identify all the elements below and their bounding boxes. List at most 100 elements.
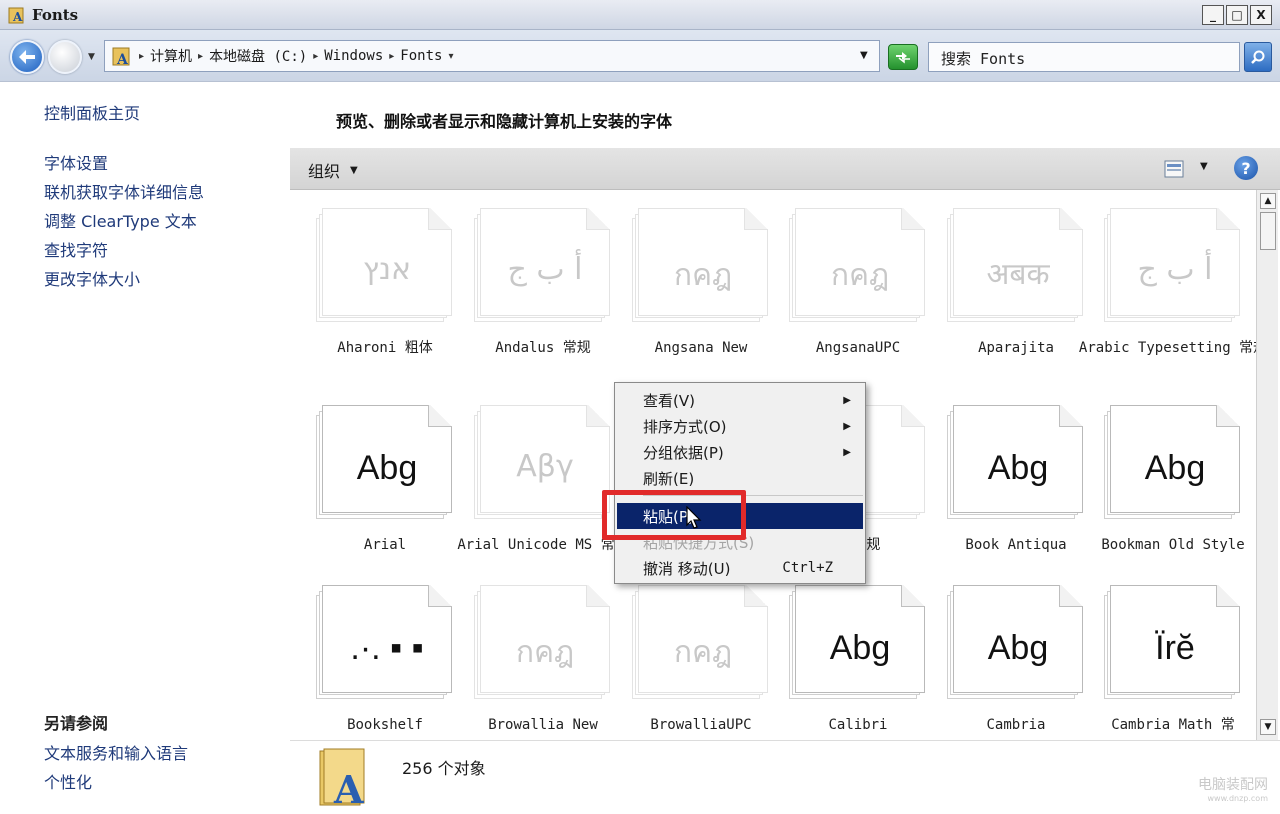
find-character-link[interactable]: 查找字符 bbox=[44, 237, 108, 261]
context-menu: 查看(V) ▶ 排序方式(O) ▶ 分组依据(P) ▶ 刷新(E) 粘贴(P) … bbox=[614, 382, 866, 584]
menu-item-label: 刷新(E) bbox=[643, 469, 695, 488]
minimize-button[interactable]: _ bbox=[1202, 5, 1224, 25]
font-file-icon: กคฎ bbox=[789, 208, 925, 324]
watermark-text: 电脑装配网 bbox=[1198, 777, 1268, 793]
back-arrow-icon bbox=[19, 50, 35, 64]
breadcrumb-fonts[interactable]: Fonts bbox=[400, 48, 442, 64]
forward-button[interactable] bbox=[48, 40, 82, 74]
font-name: Arabic Typesetting 常规 bbox=[1078, 340, 1256, 356]
font-file-icon: अबक bbox=[947, 208, 1083, 324]
breadcrumb-local-disk[interactable]: 本地磁盘 (C:) bbox=[209, 46, 307, 66]
font-file-icon: أ ب ج bbox=[1104, 208, 1240, 324]
menu-item-undo-move[interactable]: 撤消 移动(U) Ctrl+Z bbox=[617, 555, 863, 581]
help-icon[interactable]: ? bbox=[1234, 156, 1258, 180]
back-button[interactable] bbox=[10, 40, 44, 74]
font-sample: אנץ bbox=[362, 252, 412, 287]
breadcrumb-separator-icon[interactable]: ▸ bbox=[198, 51, 203, 62]
font-sample: أ ب ج bbox=[1137, 252, 1213, 287]
see-also-heading: 另请参阅 bbox=[44, 714, 109, 733]
maximize-button[interactable]: □ bbox=[1226, 5, 1248, 25]
breadcrumb-windows[interactable]: Windows bbox=[324, 48, 383, 64]
font-sample: Abg bbox=[1144, 449, 1206, 487]
object-count: 256 个对象 bbox=[402, 759, 486, 778]
svg-text:A: A bbox=[12, 10, 23, 24]
font-file-icon: กคฎ bbox=[474, 585, 610, 701]
menu-item-refresh[interactable]: 刷新(E) bbox=[617, 465, 863, 491]
close-button[interactable]: X bbox=[1250, 5, 1272, 25]
font-sample: .·. ▪ ▪ bbox=[350, 629, 424, 667]
font-file-icon: กคฎ bbox=[632, 208, 768, 324]
svg-text:A: A bbox=[333, 767, 364, 809]
font-file-icon: .·. ▪ ▪ bbox=[316, 585, 452, 701]
title-bar: A Fonts _ □ X bbox=[0, 0, 1280, 30]
font-settings-link[interactable]: 字体设置 bbox=[44, 150, 108, 174]
submenu-arrow-icon: ▶ bbox=[843, 420, 851, 432]
watermark: 电脑装配网 www.dnzp.com bbox=[1198, 778, 1268, 806]
font-sample: अबक bbox=[986, 257, 1050, 292]
font-sample: أ ب ج bbox=[507, 252, 583, 287]
scroll-up-icon[interactable]: ▲ bbox=[1260, 193, 1276, 209]
breadcrumb-computer[interactable]: 计算机 bbox=[150, 46, 192, 66]
font-sample: Abg bbox=[356, 449, 418, 487]
menu-item-view[interactable]: 查看(V) ▶ bbox=[617, 387, 863, 413]
mouse-cursor-icon bbox=[686, 506, 702, 529]
menu-item-label: 分组依据(P) bbox=[643, 443, 724, 462]
control-panel-home-link[interactable]: 控制面板主页 bbox=[44, 100, 140, 124]
highlight-annotation-box bbox=[602, 490, 746, 540]
menu-item-label: 排序方式(O) bbox=[643, 417, 727, 436]
breadcrumb-separator-icon[interactable]: ▸ bbox=[389, 51, 394, 62]
chevron-down-icon: ▼ bbox=[350, 164, 358, 176]
fonts-folder-icon: A bbox=[319, 748, 365, 809]
breadcrumb-separator-icon[interactable]: ▸ bbox=[313, 51, 318, 62]
font-sample: Αβγ bbox=[516, 449, 574, 484]
search-icon bbox=[1251, 50, 1265, 64]
breadcrumb-separator-icon[interactable]: ▸ bbox=[139, 51, 144, 62]
font-file-icon: Abg bbox=[1104, 405, 1240, 521]
font-file-icon: Αβγ bbox=[474, 405, 610, 521]
font-sample: Ïrĕ bbox=[1155, 629, 1195, 667]
submenu-arrow-icon: ▶ bbox=[843, 394, 851, 406]
font-file-icon: Abg bbox=[789, 585, 925, 701]
window-title: Fonts bbox=[32, 6, 79, 24]
font-file-icon: Abg bbox=[947, 585, 1083, 701]
breadcrumb-separator-icon[interactable]: ▾ bbox=[448, 51, 453, 62]
font-sample: Abg bbox=[987, 449, 1049, 487]
tasks-pane: 控制面板主页 字体设置 联机获取字体详细信息 调整 ClearType 文本 查… bbox=[0, 82, 290, 814]
address-toolbar: ▼ A ▸ 计算机 ▸ 本地磁盘 (C:) ▸ Windows ▸ Fonts … bbox=[0, 30, 1280, 82]
submenu-arrow-icon: ▶ bbox=[843, 446, 851, 458]
change-font-size-link[interactable]: 更改字体大小 bbox=[44, 266, 140, 290]
change-view-icon[interactable] bbox=[1164, 160, 1184, 178]
menu-item-shortcut: Ctrl+Z bbox=[782, 560, 833, 576]
refresh-icon bbox=[896, 52, 910, 64]
adjust-cleartype-link[interactable]: 调整 ClearType 文本 bbox=[44, 208, 197, 232]
font-file-icon: Abg bbox=[316, 405, 452, 521]
details-pane: A 256 个对象 bbox=[290, 740, 1280, 814]
vertical-scrollbar[interactable]: ▲ ▼ bbox=[1256, 190, 1278, 740]
font-sample: Abg bbox=[829, 629, 891, 667]
font-file-icon: אנץ bbox=[316, 208, 452, 324]
text-services-link[interactable]: 文本服务和输入语言 bbox=[44, 740, 188, 764]
search-button[interactable] bbox=[1244, 42, 1272, 72]
refresh-button[interactable] bbox=[888, 44, 918, 70]
font-file-icon: Ïrĕ bbox=[1104, 585, 1240, 701]
fonts-folder-icon: A bbox=[112, 47, 130, 67]
font-file-icon: Abg bbox=[947, 405, 1083, 521]
address-history-dropdown-icon[interactable]: ▼ bbox=[860, 50, 868, 61]
menu-item-group-by[interactable]: 分组依据(P) ▶ bbox=[617, 439, 863, 465]
personalization-link[interactable]: 个性化 bbox=[44, 769, 92, 793]
font-name: Bookman Old Style bbox=[1101, 537, 1245, 553]
recent-pages-dropdown-icon[interactable]: ▼ bbox=[88, 52, 95, 62]
get-font-info-online-link[interactable]: 联机获取字体详细信息 bbox=[44, 179, 204, 203]
menu-item-sort[interactable]: 排序方式(O) ▶ bbox=[617, 413, 863, 439]
font-sample: กคฎ bbox=[515, 635, 575, 670]
search-input[interactable]: 搜索 Fonts bbox=[928, 42, 1240, 72]
address-field[interactable]: A ▸ 计算机 ▸ 本地磁盘 (C:) ▸ Windows ▸ Fonts ▾ bbox=[104, 40, 880, 72]
organize-menu-button[interactable]: 组织 ▼ bbox=[308, 158, 358, 182]
font-file-icon: أ ب ج bbox=[474, 208, 610, 324]
scroll-down-icon[interactable]: ▼ bbox=[1260, 719, 1276, 735]
view-options-chevron-icon[interactable]: ▼ bbox=[1200, 161, 1208, 172]
command-bar: 组织 ▼ ▼ ? bbox=[290, 148, 1280, 190]
organize-label: 组织 bbox=[308, 162, 341, 181]
svg-text:A: A bbox=[116, 52, 129, 67]
scroll-thumb[interactable] bbox=[1260, 212, 1276, 250]
